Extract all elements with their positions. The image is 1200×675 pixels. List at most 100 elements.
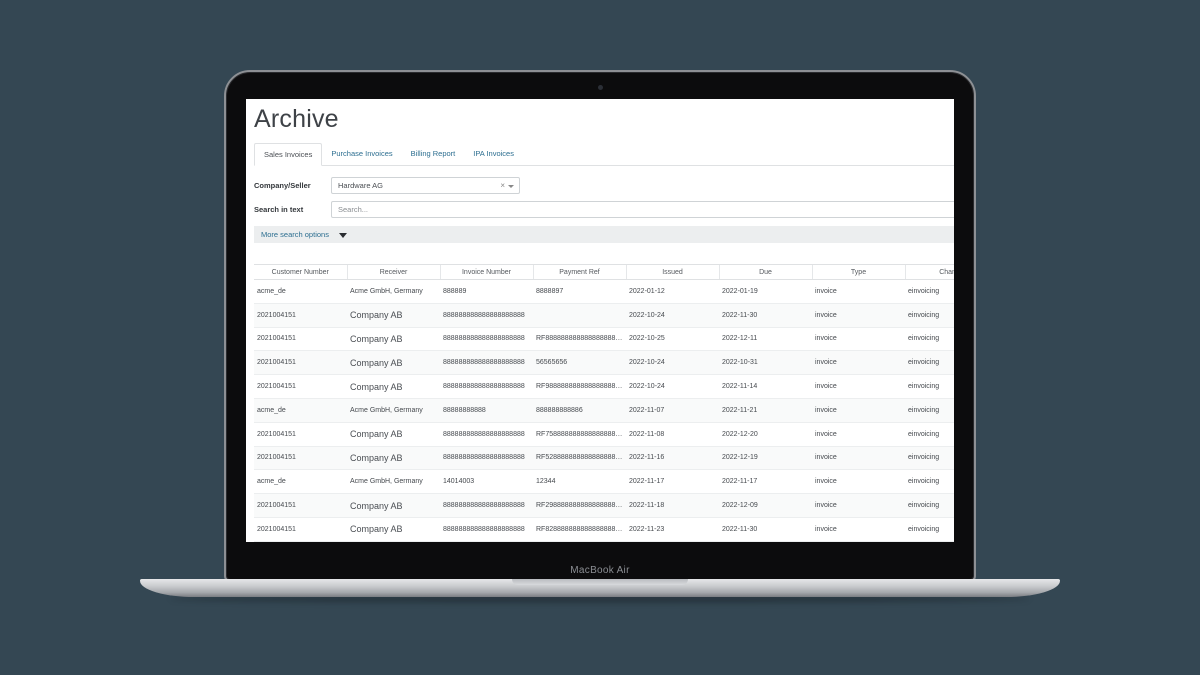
cell-payment-ref [533,303,626,328]
cell-type: invoice [812,303,905,328]
cell-invoice-number: 888888888888888888888 [440,303,533,328]
column-header-customer-number[interactable]: Customer Number [254,264,347,280]
company-seller-select[interactable]: Hardware AG × [331,177,520,194]
cell-due: 2022-11-14 [719,374,812,399]
tab-ipa-invoices[interactable]: IPA Invoices [464,143,523,166]
cell-payment-ref: RF298888888888888888888 [533,493,626,518]
cell-customer-number: 2021004151 [254,350,347,376]
search-input[interactable] [331,201,954,218]
cell-issued: 2022-11-17 [626,469,719,495]
cell-channel: einvoicing [905,469,954,495]
cell-due: 2022-10-31 [719,350,812,376]
cell-channel: einvoicing [905,303,954,328]
tab-sales-invoices[interactable]: Sales Invoices [254,143,323,166]
cell-payment-ref: 12344 [533,469,626,495]
column-header-payment-ref[interactable]: Payment Ref [532,264,626,280]
cell-customer-number: 2021004151 [254,422,347,447]
cell-type: invoice [812,517,905,542]
cell-channel: einvoicing [905,374,954,399]
column-header-invoice-number[interactable]: Invoice Number [439,264,533,280]
table-row[interactable]: acme_de Acme GmbH, Germany 888889 8888897 20… [254,279,954,304]
cell-payment-ref: RF758888888888888888888 [533,422,626,447]
cell-issued: 2022-10-25 [626,327,719,352]
column-header-type[interactable]: Type [811,264,905,280]
app-screen: Archive Sales Invoices Purchase Invoices… [246,99,954,542]
more-search-options-toggle[interactable]: More search options [254,226,954,243]
cell-due: 2022-12-11 [719,327,812,352]
cell-invoice-number: 888888888888888888888 [440,350,533,376]
column-header-due[interactable]: Due [718,264,812,280]
cell-receiver: Company AB [347,493,440,518]
table-row[interactable]: 2021004151 Company AB 88888888888888888888… [254,374,954,399]
cell-due: 2022-11-17 [719,469,812,495]
table-row[interactable]: 2021004151 Company AB 88888888888888888888… [254,327,954,352]
cell-invoice-number: 888888888888888888888 [440,422,533,447]
cell-invoice-number: 88888888888 [440,398,533,423]
cell-invoice-number: 888888888888888888888 [440,374,533,399]
cell-channel: einvoicing [905,517,954,542]
cell-payment-ref: 8888897 [533,279,626,304]
cell-issued: 2022-10-24 [626,303,719,328]
cell-receiver: Company AB [347,303,440,328]
invoice-table: Customer Number Receiver Invoice Number … [254,264,954,542]
cell-receiver: Company AB [347,517,440,542]
column-header-receiver[interactable]: Receiver [346,264,440,280]
tab-purchase-invoices[interactable]: Purchase Invoices [322,143,401,166]
cell-customer-number: acme_de [254,398,347,423]
column-header-issued[interactable]: Issued [625,264,719,280]
cell-type: invoice [812,374,905,399]
cell-payment-ref: RF828888888888888888888 [533,517,626,542]
cell-receiver: Company AB [347,374,440,399]
cell-due: 2022-11-30 [719,517,812,542]
cell-receiver: Acme GmbH, Germany [347,279,440,304]
search-in-text-label: Search in text [254,205,304,214]
table-row[interactable]: acme_de Acme GmbH, Germany 88888888888 8888… [254,398,954,423]
company-seller-value: Hardware AG [338,181,384,190]
cell-channel: einvoicing [905,398,954,423]
table-header-row: Customer Number Receiver Invoice Number … [254,264,954,280]
table-body: acme_de Acme GmbH, Germany 888889 8888897 20… [254,279,954,542]
table-row[interactable]: 2021004151 Company AB 88888888888888888888… [254,350,954,376]
device-model-label: MacBook Air [570,565,630,576]
cell-invoice-number: 888888888888888888888 [440,493,533,518]
laptop-notch [512,579,688,585]
cell-channel: einvoicing [905,446,954,471]
more-search-options-label: More search options [261,230,329,239]
cell-issued: 2022-11-08 [626,422,719,447]
laptop-base [140,579,1060,597]
cell-receiver: Company AB [347,422,440,447]
table-row[interactable]: 2021004151 Company AB 88888888888888888888… [254,446,954,471]
cell-payment-ref: 56565656 [533,350,626,376]
clear-icon[interactable]: × [500,178,505,193]
cell-receiver: Company AB [347,327,440,352]
cell-receiver: Company AB [347,350,440,376]
table-row[interactable]: 2021004151 Company AB 88888888888888888888… [254,303,954,328]
table-row[interactable]: 2021004151 Company AB 88888888888888888888… [254,493,954,518]
cell-issued: 2022-11-07 [626,398,719,423]
cell-due: 2022-11-30 [719,303,812,328]
cell-customer-number: 2021004151 [254,303,347,328]
cell-type: invoice [812,327,905,352]
table-row[interactable]: 2021004151 Company AB 88888888888888888888… [254,422,954,447]
cell-payment-ref: RF528888888888888888888 [533,446,626,471]
column-header-channel[interactable]: Channel [904,264,954,280]
cell-customer-number: 2021004151 [254,517,347,542]
cell-invoice-number: 888888888888888888888 [440,517,533,542]
cell-channel: einvoicing [905,493,954,518]
cell-type: invoice [812,279,905,304]
camera-dot [598,85,603,90]
cell-due: 2022-12-19 [719,446,812,471]
chevron-down-icon[interactable] [508,185,514,188]
cell-type: invoice [812,398,905,423]
table-row[interactable]: 2021004151 Company AB 88888888888888888888… [254,517,954,542]
table-row[interactable]: acme_de Acme GmbH, Germany 14014003 12344 20… [254,469,954,495]
cell-customer-number: 2021004151 [254,446,347,471]
cell-payment-ref: 888888888886 [533,398,626,423]
cell-due: 2022-12-20 [719,422,812,447]
cell-channel: einvoicing [905,279,954,304]
tab-billing-report[interactable]: Billing Report [402,143,465,166]
tab-bar: Sales Invoices Purchase Invoices Billing… [254,143,954,166]
cell-issued: 2022-01-12 [626,279,719,304]
cell-customer-number: acme_de [254,469,347,495]
cell-invoice-number: 888889 [440,279,533,304]
